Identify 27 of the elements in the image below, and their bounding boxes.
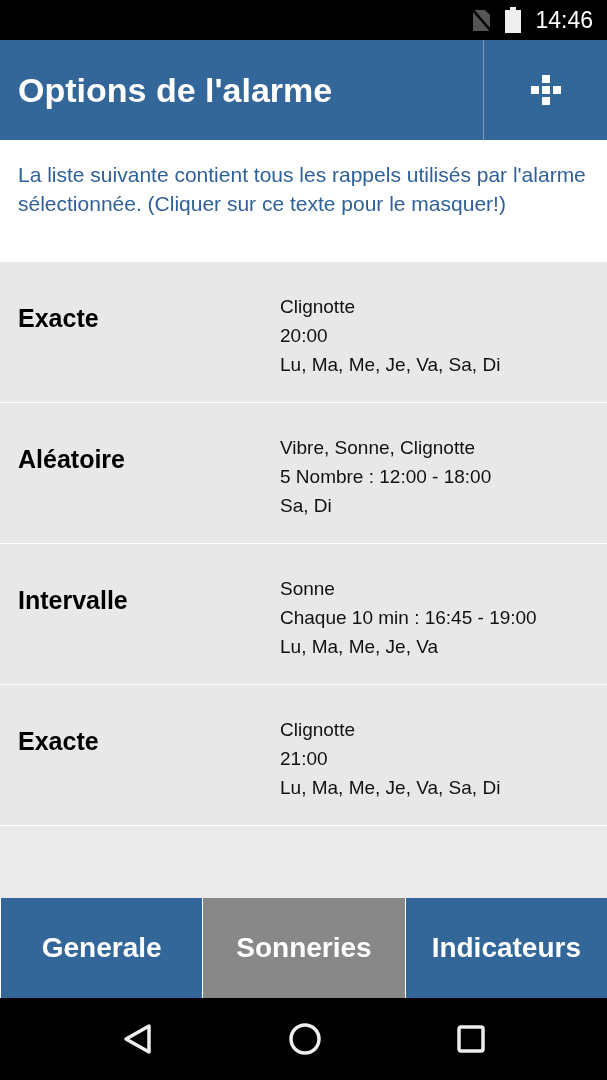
reminder-type: Aléatoire: [18, 444, 126, 475]
reminder-detail: Sonne: [280, 577, 336, 601]
reminder-detail: Clignotte: [280, 718, 356, 742]
clock: 14:46: [535, 6, 593, 34]
recents-icon[interactable]: [456, 1025, 485, 1053]
reminder-type: Exacte: [18, 303, 100, 334]
reminder-detail: 21:00: [280, 747, 329, 771]
tab[interactable]: Generale: [0, 898, 203, 998]
add-icon: [530, 75, 561, 105]
reminder-detail: Chaque 10 min : 16:45 - 19:00: [280, 606, 537, 630]
reminder-detail: Lu, Ma, Me, Je, Va, Sa, Di: [280, 353, 501, 377]
home-icon[interactable]: [288, 1023, 321, 1055]
no-sim-icon: [471, 8, 492, 32]
reminder-detail: Sa, Di: [280, 494, 333, 518]
reminder-detail: Clignotte: [280, 295, 356, 319]
reminder-type: Intervalle: [18, 585, 129, 616]
tab[interactable]: Indicateurs: [404, 898, 607, 998]
reminder-detail: Lu, Ma, Me, Je, Va: [280, 635, 440, 659]
reminder-detail: 20:00: [280, 324, 329, 348]
reminder-detail: Lu, Ma, Me, Je, Va, Sa, Di: [280, 776, 501, 800]
screen-title: Options de l'alarme: [17, 69, 334, 111]
back-icon[interactable]: [122, 1023, 153, 1055]
reminder-detail: 5 Nombre : 12:00 - 18:00: [280, 465, 492, 489]
reminder-detail: Vibre, Sonne, Clignotte: [280, 436, 477, 460]
reminder-type: Exacte: [18, 726, 100, 757]
tab[interactable]: Sonneries: [202, 898, 405, 998]
battery-icon: [505, 7, 522, 33]
